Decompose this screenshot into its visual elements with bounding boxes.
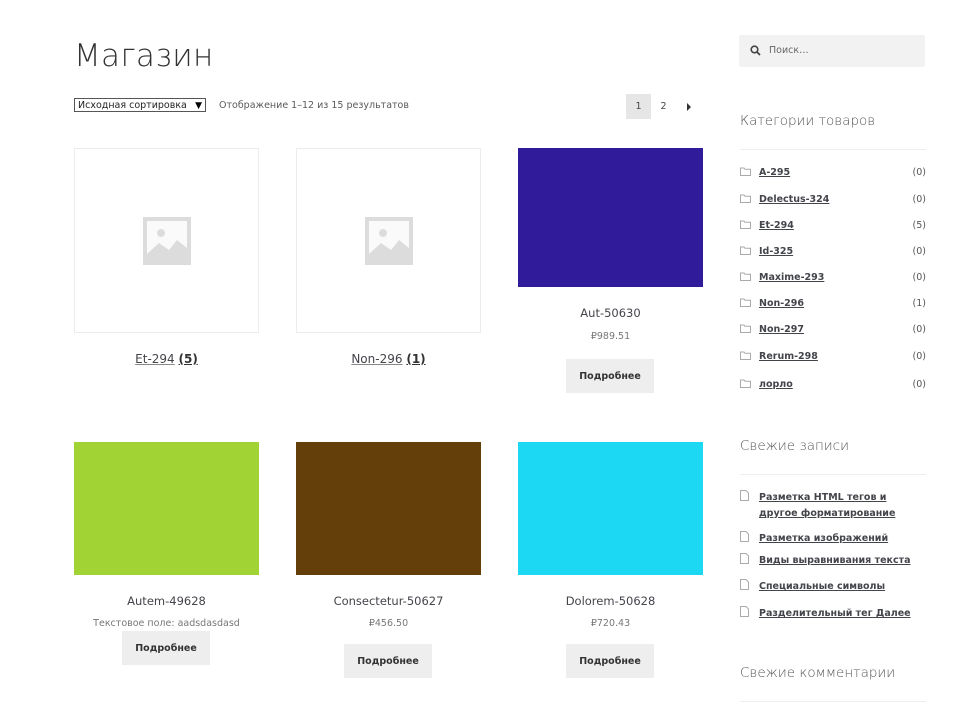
product-price: ₽456.50 bbox=[368, 618, 409, 629]
sidebar-category-count: (1) bbox=[912, 298, 926, 309]
recent-post-link[interactable]: Виды выравнивания текста bbox=[759, 553, 924, 569]
more-button[interactable]: Подробнее bbox=[566, 359, 654, 393]
pagination: 1 2 bbox=[626, 94, 701, 119]
product-custom-field: Текстовое поле: aadsdasdasd bbox=[93, 618, 240, 629]
product-price: ₽720.43 bbox=[590, 618, 631, 629]
page-button-1[interactable]: 1 bbox=[626, 94, 651, 119]
sidebar-category-label[interactable]: Non-297 bbox=[759, 324, 804, 335]
recent-post-link[interactable]: Разделительный тег Далее bbox=[759, 606, 924, 622]
sidebar-category-item[interactable]: Et-294 (5) bbox=[740, 219, 926, 235]
sidebar-category-label[interactable]: лорло bbox=[759, 379, 793, 390]
product-title[interactable]: Dolorem-50628 bbox=[518, 594, 703, 608]
category-name: Et-294 bbox=[135, 352, 175, 366]
folder-icon bbox=[740, 272, 751, 281]
recent-posts-widget-title: Свежие записи bbox=[740, 438, 849, 454]
page-title: Магазин bbox=[74, 38, 214, 74]
document-icon bbox=[740, 606, 749, 617]
search-icon bbox=[750, 45, 761, 56]
sidebar-category-label[interactable]: Et-294 bbox=[759, 220, 794, 231]
document-icon bbox=[740, 579, 749, 590]
document-icon bbox=[740, 490, 749, 501]
category-title[interactable]: Et-294 (5) bbox=[74, 352, 259, 366]
folder-icon bbox=[740, 379, 751, 388]
folder-icon bbox=[740, 351, 751, 360]
sidebar-category-label[interactable]: Delectus-324 bbox=[759, 194, 829, 205]
divider bbox=[740, 474, 926, 475]
divider bbox=[740, 149, 926, 150]
sidebar-category-label[interactable]: Non-296 bbox=[759, 298, 804, 309]
document-icon bbox=[740, 531, 749, 542]
product-image[interactable] bbox=[74, 442, 259, 575]
category-count: (1) bbox=[406, 352, 426, 366]
sidebar-category-count: (0) bbox=[912, 246, 926, 257]
sidebar-category-label[interactable]: A-295 bbox=[759, 167, 790, 178]
sidebar-category-label[interactable]: Maxime-293 bbox=[759, 272, 824, 283]
category-title[interactable]: Non-296 (1) bbox=[296, 352, 481, 366]
product-title[interactable]: Autem-49628 bbox=[74, 594, 259, 608]
sort-select-value: Исходная сортировка bbox=[78, 100, 187, 111]
sidebar-category-item[interactable]: Id-325 (0) bbox=[740, 245, 926, 261]
sidebar-category-count: (5) bbox=[912, 220, 926, 231]
recent-comments-widget-title: Свежие комментарии bbox=[740, 665, 896, 681]
search-input[interactable]: Поиск… bbox=[739, 35, 925, 67]
sort-select[interactable]: Исходная сортировка ▼ bbox=[74, 98, 206, 112]
category-image[interactable] bbox=[296, 148, 481, 333]
sidebar-category-item[interactable]: Non-297 (0) bbox=[740, 323, 926, 339]
sidebar-category-item[interactable]: Maxime-293 (0) bbox=[740, 271, 926, 287]
sidebar-category-item[interactable]: Rerum-298 (0) bbox=[740, 350, 926, 366]
product-image[interactable] bbox=[518, 148, 703, 287]
document-icon bbox=[740, 553, 749, 564]
arrow-right-icon bbox=[686, 102, 691, 111]
sidebar-category-item[interactable]: Non-296 (1) bbox=[740, 297, 926, 313]
sidebar-category-item[interactable]: Delectus-324 (0) bbox=[740, 193, 926, 209]
sidebar-category-label[interactable]: Rerum-298 bbox=[759, 351, 818, 362]
folder-icon bbox=[740, 324, 751, 333]
sidebar-category-count: (0) bbox=[912, 351, 926, 362]
dropdown-arrow-icon: ▼ bbox=[195, 101, 202, 111]
recent-post-link[interactable]: Разметка изображений bbox=[759, 531, 924, 547]
page-button-2[interactable]: 2 bbox=[651, 94, 676, 119]
divider bbox=[740, 701, 926, 702]
sidebar-category-count: (0) bbox=[912, 379, 926, 390]
image-placeholder-icon bbox=[364, 216, 413, 265]
sidebar-category-count: (0) bbox=[912, 194, 926, 205]
categories-widget-title: Категории товаров bbox=[740, 113, 876, 129]
sidebar-category-item[interactable]: лорло (0) bbox=[740, 378, 926, 394]
product-title[interactable]: Consectetur-50627 bbox=[296, 594, 481, 608]
sidebar-category-count: (0) bbox=[912, 272, 926, 283]
more-button[interactable]: Подробнее bbox=[344, 644, 432, 678]
product-image[interactable] bbox=[518, 442, 703, 575]
folder-icon bbox=[740, 298, 751, 307]
image-placeholder-icon bbox=[142, 216, 191, 265]
sidebar-category-count: (0) bbox=[912, 324, 926, 335]
recent-post-link[interactable]: Специальные символы bbox=[759, 579, 924, 595]
folder-icon bbox=[740, 194, 751, 203]
folder-icon bbox=[740, 220, 751, 229]
folder-icon bbox=[740, 246, 751, 255]
more-button[interactable]: Подробнее bbox=[566, 644, 654, 678]
more-button[interactable]: Подробнее bbox=[122, 631, 210, 665]
product-image[interactable] bbox=[296, 442, 481, 575]
sidebar-category-count: (0) bbox=[912, 167, 926, 178]
result-count: Отображение 1–12 из 15 результатов bbox=[219, 100, 409, 111]
sidebar-category-item[interactable]: A-295 (0) bbox=[740, 166, 926, 182]
category-image[interactable] bbox=[74, 148, 259, 333]
product-price: ₽989.51 bbox=[590, 331, 631, 342]
recent-post-link[interactable]: Разметка HTML тегов и другое форматирова… bbox=[759, 490, 924, 522]
search-placeholder: Поиск… bbox=[769, 45, 809, 56]
category-count: (5) bbox=[178, 352, 198, 366]
folder-icon bbox=[740, 167, 751, 176]
sidebar-category-label[interactable]: Id-325 bbox=[759, 246, 793, 257]
category-name: Non-296 bbox=[351, 352, 403, 366]
next-page-button[interactable] bbox=[676, 94, 701, 119]
product-title[interactable]: Aut-50630 bbox=[518, 306, 703, 320]
